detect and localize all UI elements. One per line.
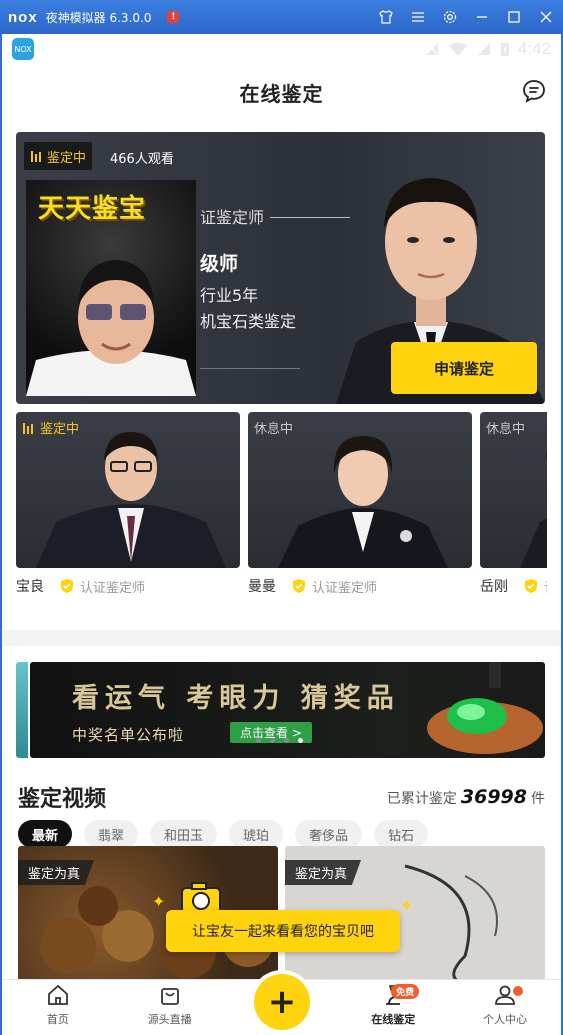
live-bars-icon: [31, 151, 41, 162]
shirt-icon[interactable]: [377, 8, 395, 26]
tab-amber[interactable]: 琥珀: [229, 820, 284, 848]
apply-appraisal-button[interactable]: 申请鉴定: [391, 342, 537, 394]
free-badge: 免费: [391, 984, 420, 999]
video-section-title: 鉴定视频: [18, 787, 107, 812]
appraiser-cert: 认证鉴定师: [312, 580, 378, 596]
sparkle-icon: ✦: [152, 892, 166, 911]
verified-tag: 鉴定为真: [18, 860, 95, 885]
appraiser-name: 宝良: [16, 579, 44, 595]
appraiser-card[interactable]: 休息中 岳刚 认: [480, 412, 547, 596]
tab-profile[interactable]: 个人中心: [449, 980, 561, 1035]
live-status-badge: 鉴定中: [24, 142, 93, 170]
banner-line3: 行业5年: [200, 286, 259, 305]
settings-icon[interactable]: [441, 8, 459, 26]
tab-appraisal[interactable]: 在线鉴定 免费: [337, 980, 449, 1035]
appraiser-photo: 休息中: [248, 412, 472, 568]
publish-button[interactable]: +: [250, 970, 314, 1034]
user-portrait: [26, 260, 196, 396]
carousel-dots: [256, 738, 303, 743]
card-status: 休息中: [486, 418, 525, 437]
phone-screen: NOX 4:42 在线鉴定 证鉴定师 级师 行业5年 机宝石类鉴定 鉴定中 46…: [2, 34, 561, 1035]
appraiser-name: 岳刚: [480, 579, 508, 595]
tab-appraisal-label: 在线鉴定: [371, 1013, 416, 1026]
appraiser-photo: 休息中: [480, 412, 547, 568]
no-signal-icon: [425, 43, 438, 55]
promo-title: 看运气 考眼力 猜奖品: [72, 683, 400, 714]
close-icon[interactable]: [537, 8, 555, 26]
verified-tag: 鉴定为真: [285, 860, 362, 885]
appraiser-info: 曼曼 认证鉴定师: [248, 576, 472, 596]
tab-live-label: 源头直播: [147, 1013, 192, 1026]
home-icon: [47, 984, 68, 1005]
tab-live[interactable]: 源头直播: [114, 980, 226, 1035]
prev-slide-edge: [16, 662, 28, 758]
tab-luxury[interactable]: 奢侈品: [295, 820, 363, 848]
tab-home[interactable]: 首页: [2, 980, 114, 1035]
share-tip[interactable]: 让宝友一起来看看您的宝贝吧: [166, 910, 400, 952]
emulator-logo: nox: [8, 8, 38, 26]
minimize-icon[interactable]: [473, 8, 491, 26]
jade-image: [427, 662, 543, 754]
tab-jadeite[interactable]: 翡翠: [84, 820, 139, 848]
message-icon[interactable]: [521, 78, 547, 104]
notification-dot: [512, 986, 523, 996]
appraiser-info: 岳刚 认: [480, 576, 547, 596]
warning-icon[interactable]: !: [167, 11, 180, 23]
count-value: 36998: [460, 786, 527, 808]
emulator-titlebar: nox 夜神模拟器 6.3.0.0 !: [0, 0, 563, 34]
wifi-icon: [448, 42, 467, 56]
plus-icon: +: [254, 974, 310, 1030]
app-header: 在线鉴定: [2, 64, 561, 120]
count-prefix: 已累计鉴定: [386, 791, 457, 807]
count-suffix: 件: [531, 791, 545, 807]
shield-icon: [525, 579, 537, 593]
shield-icon: [293, 579, 305, 593]
battery-charging-icon: [500, 43, 509, 56]
banner-line2: 级师: [200, 253, 239, 275]
video-section-header: 鉴定视频 已累计鉴定 36998 件: [2, 774, 561, 820]
promo-subtitle: 中奖名单公布啦: [72, 726, 185, 744]
tab-home-label: 首页: [46, 1013, 69, 1026]
appraiser-photo: 鉴定中: [16, 412, 240, 568]
banner-line1: 证鉴定师: [200, 208, 265, 227]
appraiser-card[interactable]: 鉴定中 宝良 认证鉴定师: [16, 412, 240, 596]
card-status: 休息中: [254, 418, 293, 437]
appraiser-info: 宝良 认证鉴定师: [16, 576, 240, 596]
clock: 4:42: [517, 39, 551, 58]
card-status-label: 休息中: [254, 422, 294, 437]
live-bars-icon: [23, 422, 33, 434]
tab-latest[interactable]: 最新: [18, 820, 73, 848]
card-status: 鉴定中: [22, 418, 79, 437]
appraiser-name: 曼曼: [248, 579, 276, 595]
appraiser-cert: 认: [544, 577, 547, 596]
appraisal-count: 已累计鉴定 36998 件: [387, 786, 545, 808]
emulator-title: 夜神模拟器 6.3.0.0: [45, 10, 152, 25]
shopping-bag-icon: [160, 988, 179, 1005]
card-status-label: 休息中: [486, 422, 526, 437]
live-status-label: 鉴定中: [47, 150, 87, 166]
card-status-label: 鉴定中: [40, 422, 80, 437]
appraiser-cards: 鉴定中 宝良 认证鉴定师 休息中 曼曼 认证鉴定师 休息中 岳刚: [16, 412, 547, 612]
user-video-pip[interactable]: 天天鉴宝: [26, 180, 196, 396]
tab-diamond[interactable]: 钻石: [374, 820, 429, 848]
live-section: 证鉴定师 级师 行业5年 机宝石类鉴定 鉴定中 466人观看 天天鉴宝 申请鉴定…: [2, 120, 561, 630]
promo-carousel[interactable]: 看运气 考眼力 猜奖品 中奖名单公布啦 点击查看 >: [2, 646, 561, 790]
viewer-count: 466人观看: [110, 152, 174, 167]
page-title: 在线鉴定: [239, 81, 324, 106]
promo-banner[interactable]: 看运气 考眼力 猜奖品 中奖名单公布啦 点击查看 >: [30, 662, 545, 758]
banner-rule-bottom: [200, 368, 300, 369]
nox-app-icon: NOX: [12, 38, 34, 60]
menu-icon[interactable]: [409, 8, 427, 26]
tab-profile-label: 个人中心: [483, 1013, 528, 1026]
shield-icon: [61, 579, 73, 593]
tab-hetian-jade[interactable]: 和田玉: [150, 820, 218, 848]
banner-line4: 机宝石类鉴定: [200, 312, 297, 331]
status-bar: NOX 4:42: [2, 34, 561, 64]
sparkle-icon: ✦: [400, 896, 414, 915]
appraiser-card[interactable]: 休息中 曼曼 认证鉴定师: [248, 412, 472, 596]
appraiser-cert: 认证鉴定师: [80, 580, 146, 596]
signal-icon: [477, 43, 490, 55]
maximize-icon[interactable]: [505, 8, 523, 26]
live-banner[interactable]: 证鉴定师 级师 行业5年 机宝石类鉴定 鉴定中 466人观看 天天鉴宝 申请鉴定: [16, 132, 545, 404]
